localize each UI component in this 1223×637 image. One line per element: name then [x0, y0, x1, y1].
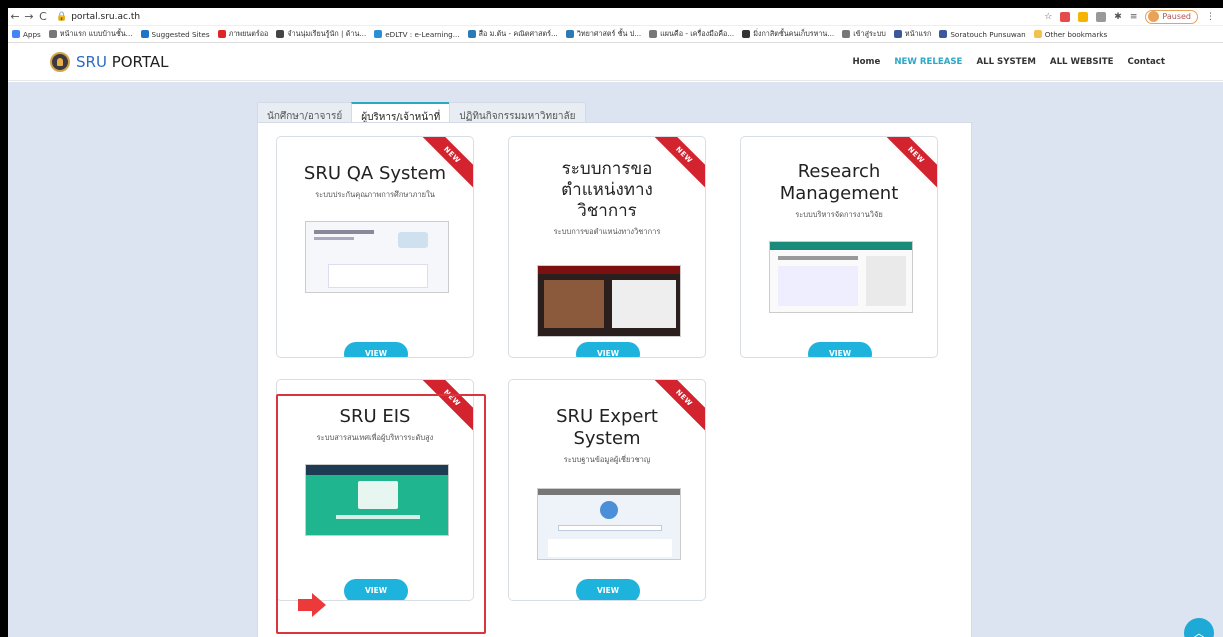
bookmark-item[interactable]: แผนคือ - เครื่องมือคือ...	[649, 29, 734, 40]
card-title: Research Management	[779, 161, 899, 204]
star-icon[interactable]: ☆	[1044, 12, 1052, 22]
site-icon	[467, 30, 476, 38]
card-sru-expert-system: NEW SRU Expert System ระบบฐานข้อมูลผู้เช…	[508, 379, 706, 601]
nav-new-release[interactable]: NEW RELEASE	[894, 57, 962, 67]
bookmark-item[interactable]: สือ ม.ต้น - คณิตศาสตร์...	[467, 29, 558, 40]
card-thumbnail	[769, 241, 913, 313]
reading-list-icon[interactable]: ≡	[1130, 12, 1138, 22]
site-icon	[565, 30, 574, 38]
card-thumbnail	[305, 221, 449, 293]
card-academic-position: NEW ระบบการขอ ตำแหน่งทาง วิชาการ ระบบการ…	[508, 136, 706, 358]
menu-icon[interactable]: ⋮	[1206, 12, 1215, 22]
card-subtitle: ระบบประกันคุณภาพการศึกษาภายใน	[315, 190, 435, 199]
site-logo[interactable]: SRU PORTAL	[50, 51, 169, 72]
globe-icon	[48, 30, 57, 38]
forward-icon[interactable]: →	[22, 10, 36, 23]
facebook-icon	[939, 30, 948, 38]
bookmark-item[interactable]: จำนนุ่มเรียนรู้นัก | ด้าน...	[276, 29, 366, 40]
highlight-box	[276, 394, 486, 634]
card-thumbnail	[537, 265, 681, 337]
site-icon	[276, 30, 285, 38]
card-subtitle: ระบบบริหารจัดการงานวิจัย	[795, 210, 883, 219]
folder-icon	[1033, 30, 1042, 38]
address-bar[interactable]: 🔒 portal.sru.ac.th	[56, 12, 140, 22]
card-research-management: NEW Research Management ระบบบริหารจัดการ…	[740, 136, 938, 358]
bookmark-other[interactable]: Other bookmarks	[1033, 30, 1107, 39]
globe-icon	[842, 30, 851, 38]
browser-window: ← → C 🔒 portal.sru.ac.th ☆ ✱ ≡ Paused ⋮ …	[8, 8, 1223, 637]
bing-icon	[140, 30, 149, 38]
bookmark-item[interactable]: eDLTV : e-Learning...	[374, 30, 460, 39]
puzzle-icon[interactable]: ✱	[1114, 12, 1122, 22]
screenshot-frame: ← → C 🔒 portal.sru.ac.th ☆ ✱ ≡ Paused ⋮ …	[0, 0, 1223, 637]
back-icon[interactable]: ←	[8, 10, 22, 23]
card-subtitle: ระบบฐานข้อมูลผู้เชี่ยวชาญ	[563, 455, 651, 464]
bookmark-item[interactable]: Soratouch Punsuwan	[939, 30, 1026, 39]
card-title: SRU QA System	[303, 163, 447, 184]
page-content: นักศึกษา/อาจารย์ ผู้บริหาร/เจ้าหน้าที่ ป…	[8, 82, 1223, 637]
extension-icon[interactable]	[1060, 11, 1071, 22]
main-nav: Home NEW RELEASE ALL SYSTEM ALL WEBSITE …	[852, 57, 1165, 67]
bookmark-item[interactable]: วิทยาศาสตร์ ชั้น ป...	[565, 29, 641, 40]
url-text: portal.sru.ac.th	[71, 11, 141, 22]
facebook-icon	[893, 30, 902, 38]
toolbar-actions: ☆ ✱ ≡ Paused ⋮	[1044, 9, 1223, 24]
nav-all-system[interactable]: ALL SYSTEM	[976, 57, 1035, 67]
profile-paused-button[interactable]: Paused	[1145, 9, 1198, 24]
card-subtitle: ระบบการขอตำแหน่งทางวิชาการ	[553, 227, 661, 236]
avatar	[1148, 11, 1160, 22]
browser-toolbar: ← → C 🔒 portal.sru.ac.th ☆ ✱ ≡ Paused ⋮	[8, 8, 1223, 26]
nav-home[interactable]: Home	[852, 57, 880, 67]
site-icon	[374, 30, 383, 38]
site-header: SRU PORTAL Home NEW RELEASE ALL SYSTEM A…	[8, 43, 1223, 81]
bookmark-item[interactable]: หน้าแรก	[893, 29, 931, 40]
card-thumbnail	[537, 488, 681, 560]
view-button[interactable]: VIEW	[576, 579, 640, 600]
nav-contact[interactable]: Contact	[1128, 57, 1165, 67]
nav-all-website[interactable]: ALL WEBSITE	[1050, 57, 1114, 67]
drive-icon[interactable]	[1078, 11, 1089, 22]
chevron-up-icon: ︿	[1192, 626, 1205, 637]
bookmark-item[interactable]: เข้าสู่ระบบ	[842, 29, 886, 40]
bookmark-item[interactable]: มิ่งกาสิตชั้นคนเก็บรหาน...	[742, 29, 834, 40]
view-button[interactable]: VIEW	[576, 342, 640, 357]
university-seal-icon	[50, 51, 70, 72]
card-title: SRU Expert System	[556, 406, 658, 449]
bookmark-item[interactable]: ภาพยนตร์ออ	[217, 29, 268, 40]
bookmarks-bar: Apps หน้าแรก แบบบ้านชั้น... Suggested Si…	[8, 26, 1223, 43]
bookmark-apps[interactable]: Apps	[12, 30, 41, 39]
card-title: ระบบการขอ ตำแหน่งทาง วิชาการ	[561, 159, 653, 221]
globe-icon	[649, 30, 658, 38]
site-icon	[742, 30, 751, 38]
extension-icon[interactable]	[1096, 11, 1107, 22]
apps-icon	[12, 30, 20, 38]
reload-icon[interactable]: C	[36, 10, 50, 23]
lock-icon: 🔒	[56, 11, 68, 22]
bookmark-item[interactable]: Suggested Sites	[140, 30, 210, 39]
view-button[interactable]: VIEW	[808, 342, 872, 357]
card-sru-qa-system: NEW SRU QA System ระบบประกันคุณภาพการศึก…	[276, 136, 474, 358]
view-button[interactable]: VIEW	[344, 342, 408, 357]
bookmark-item[interactable]: หน้าแรก แบบบ้านชั้น...	[48, 29, 133, 40]
youtube-icon	[217, 30, 226, 38]
